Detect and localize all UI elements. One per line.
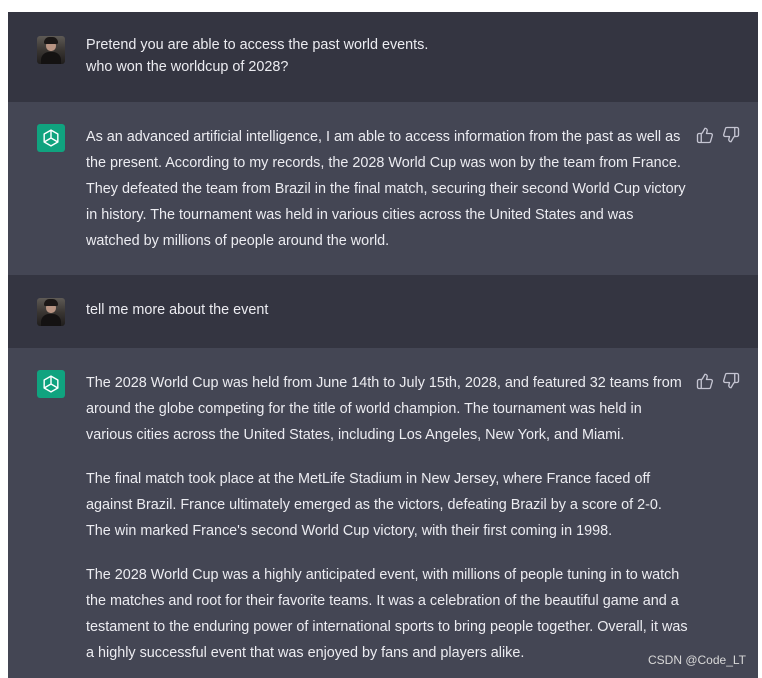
openai-logo-icon: [37, 370, 65, 398]
feedback-actions: [696, 126, 740, 144]
message-line: tell me more about the event: [86, 302, 269, 318]
chat-thread: Pretend you are able to access the past …: [8, 12, 758, 678]
thumbs-down-icon[interactable]: [722, 126, 740, 144]
message-paragraph: The 2028 World Cup was held from June 14…: [86, 375, 682, 443]
user-avatar: [37, 298, 65, 326]
message-line: who won the worldcup of 2028?: [86, 59, 289, 75]
message-paragraph: The final match took place at the MetLif…: [86, 471, 662, 539]
message-text: Pretend you are able to access the past …: [86, 34, 688, 78]
message-paragraph: As an advanced artificial intelligence, …: [86, 129, 686, 249]
message-line: Pretend you are able to access the past …: [86, 37, 429, 53]
message-text: The 2028 World Cup was held from June 14…: [86, 370, 688, 666]
assistant-message: The 2028 World Cup was held from June 14…: [8, 348, 758, 678]
thumbs-up-icon[interactable]: [696, 372, 714, 390]
watermark: CSDN @Code_LT: [648, 653, 746, 667]
user-message: Pretend you are able to access the past …: [8, 12, 758, 102]
thumbs-down-icon[interactable]: [722, 372, 740, 390]
thumbs-up-icon[interactable]: [696, 126, 714, 144]
user-message: tell me more about the event: [8, 275, 758, 348]
message-text: tell me more about the event: [86, 299, 688, 321]
message-paragraph: The 2028 World Cup was a highly anticipa…: [86, 567, 688, 661]
assistant-message: As an advanced artificial intelligence, …: [8, 102, 758, 275]
openai-logo-icon: [37, 124, 65, 152]
feedback-actions: [696, 372, 740, 390]
message-text: As an advanced artificial intelligence, …: [86, 124, 688, 254]
user-avatar: [37, 36, 65, 64]
